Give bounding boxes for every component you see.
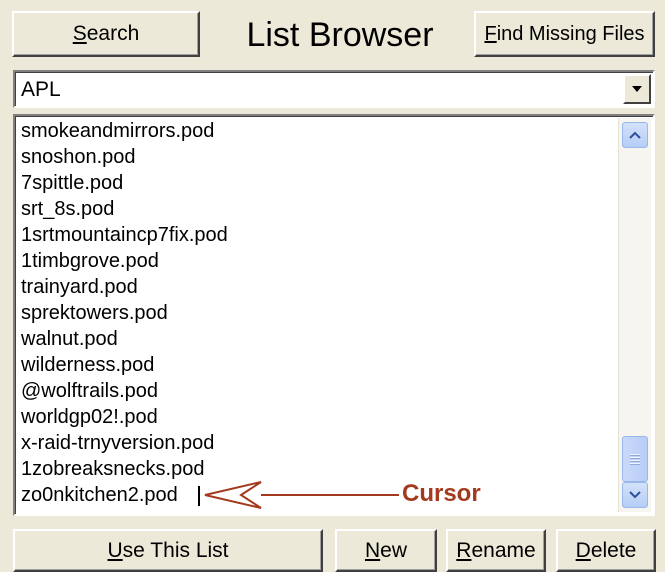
find-accesskey: F bbox=[484, 22, 497, 45]
find-label: ind Missing Files bbox=[496, 22, 645, 45]
list-item[interactable]: 7spittle.pod bbox=[21, 170, 621, 196]
rename-label: ename bbox=[471, 538, 536, 562]
rename-accesskey: R bbox=[456, 538, 472, 562]
scroll-up-icon bbox=[629, 131, 641, 139]
text-caret bbox=[198, 486, 200, 506]
new-label: ew bbox=[380, 538, 408, 562]
thumb-grip bbox=[630, 454, 640, 455]
list-select-value: APL bbox=[21, 78, 61, 101]
list-select[interactable]: APL bbox=[13, 70, 655, 108]
find-missing-files-button[interactable]: Find Missing Files bbox=[474, 11, 655, 57]
chevron-down-icon bbox=[632, 86, 642, 92]
scroll-down-icon bbox=[629, 491, 641, 499]
thumb-grip bbox=[630, 457, 640, 458]
use-accesskey: U bbox=[107, 538, 123, 562]
thumb-grip bbox=[630, 463, 640, 464]
list-item[interactable]: trainyard.pod bbox=[21, 274, 621, 300]
scrollbar-thumb[interactable] bbox=[622, 436, 648, 482]
cursor-annotation-arrow bbox=[204, 481, 399, 509]
cursor-annotation-label: Cursor bbox=[402, 480, 481, 507]
thumb-grip bbox=[630, 460, 640, 461]
search-label: earch bbox=[86, 22, 140, 45]
file-list: smokeandmirrors.pod snoshon.pod 7spittle.p… bbox=[21, 118, 621, 508]
combo-dropdown-button[interactable] bbox=[623, 74, 651, 104]
list-item[interactable]: srt_8s.pod bbox=[21, 196, 621, 222]
vertical-scrollbar[interactable] bbox=[618, 118, 651, 512]
file-listbox[interactable]: smokeandmirrors.pod snoshon.pod 7spittle.p… bbox=[13, 114, 655, 516]
delete-label: elete bbox=[590, 538, 637, 562]
list-item[interactable]: smokeandmirrors.pod bbox=[21, 118, 621, 144]
page-title: List Browser bbox=[246, 16, 434, 54]
list-item[interactable]: x-raid-trnyversion.pod bbox=[21, 430, 621, 456]
list-item[interactable]: snoshon.pod bbox=[21, 144, 621, 170]
list-item[interactable]: wilderness.pod bbox=[21, 352, 621, 378]
rename-button[interactable]: Rename bbox=[446, 529, 546, 572]
search-accesskey: S bbox=[72, 22, 87, 45]
scroll-up-button[interactable] bbox=[622, 122, 648, 148]
list-item[interactable]: sprektowers.pod bbox=[21, 300, 621, 326]
use-label: se This List bbox=[122, 538, 229, 562]
list-item[interactable]: walnut.pod bbox=[21, 326, 621, 352]
scroll-down-button[interactable] bbox=[622, 482, 648, 508]
delete-button[interactable]: Delete bbox=[556, 529, 656, 572]
list-item[interactable]: @wolftrails.pod bbox=[21, 378, 621, 404]
use-this-list-button[interactable]: Use This List bbox=[13, 529, 323, 572]
list-item[interactable]: 1timbgrove.pod bbox=[21, 248, 621, 274]
new-button[interactable]: New bbox=[335, 529, 437, 572]
list-item[interactable]: worldgp02!.pod bbox=[21, 404, 621, 430]
list-item[interactable]: 1srtmountaincp7fix.pod bbox=[21, 222, 621, 248]
search-button[interactable]: Search bbox=[12, 11, 200, 57]
new-accesskey: N bbox=[364, 538, 381, 562]
delete-accesskey: D bbox=[575, 538, 591, 562]
